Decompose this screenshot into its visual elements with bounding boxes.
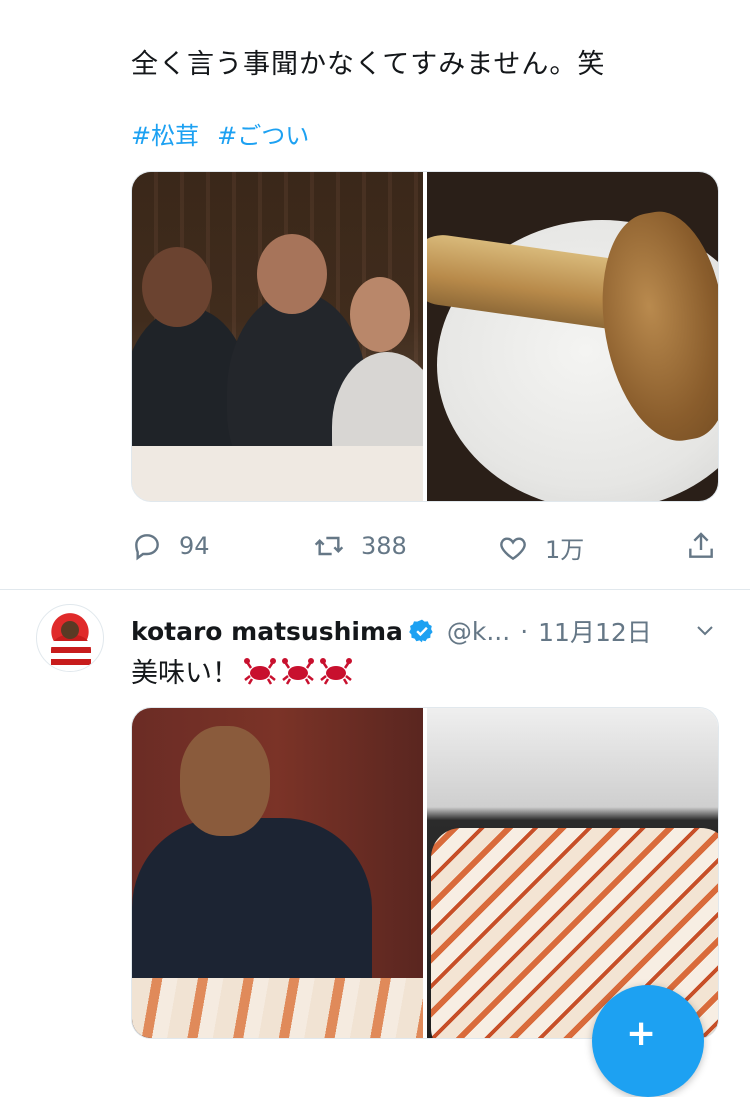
tweet-divider [0,589,750,590]
photo-group-dinner[interactable] [132,172,423,501]
display-name[interactable]: kotaro matsushima [131,617,403,646]
compose-tweet-button[interactable]: + [592,985,704,1097]
like-count: 1万 [545,536,585,564]
tweet-text: 全く言う事聞かなくてすみません。笑 [131,49,606,80]
retweet-button[interactable]: 388 [313,530,407,562]
hashtags: #松茸 #ごつい [131,116,309,151]
retweet-icon [314,536,344,556]
chevron-down-icon[interactable] [693,618,717,642]
photo-matsutake[interactable] [427,172,718,501]
tweet-actions: 94 388 1万 [131,530,721,570]
reply-count: 94 [179,532,210,560]
tweet-text-2: 美味い！ [131,651,353,690]
hashtag-matsutake[interactable]: #松茸 [131,116,199,151]
like-button[interactable]: 1万 [497,530,584,565]
user-handle[interactable]: @k... [447,617,510,646]
separator-dot: · [520,616,529,646]
retweet-count: 388 [361,532,407,560]
reply-button[interactable]: 94 [131,530,210,562]
crab-emoji [244,657,276,685]
reply-icon [135,534,159,561]
crab-emoji [282,657,314,685]
tweet-date[interactable]: 11月12日 [538,613,652,649]
tweet-header: kotaro matsushima @k... · 11月12日 [131,614,721,648]
like-icon [500,536,526,560]
share-icon [689,532,713,558]
tweet-media [131,171,719,502]
photo-man-smiling[interactable] [132,708,423,1038]
share-button[interactable] [685,530,717,562]
compose-icon: + [626,1013,657,1054]
photo-crab-dish[interactable] [427,708,718,1038]
hashtag-gotsui[interactable]: #ごつい [217,116,309,151]
avatar[interactable] [36,604,104,672]
tweet-text: 美味い！ [131,658,239,689]
verified-icon [409,619,433,643]
crab-emoji [320,657,352,685]
